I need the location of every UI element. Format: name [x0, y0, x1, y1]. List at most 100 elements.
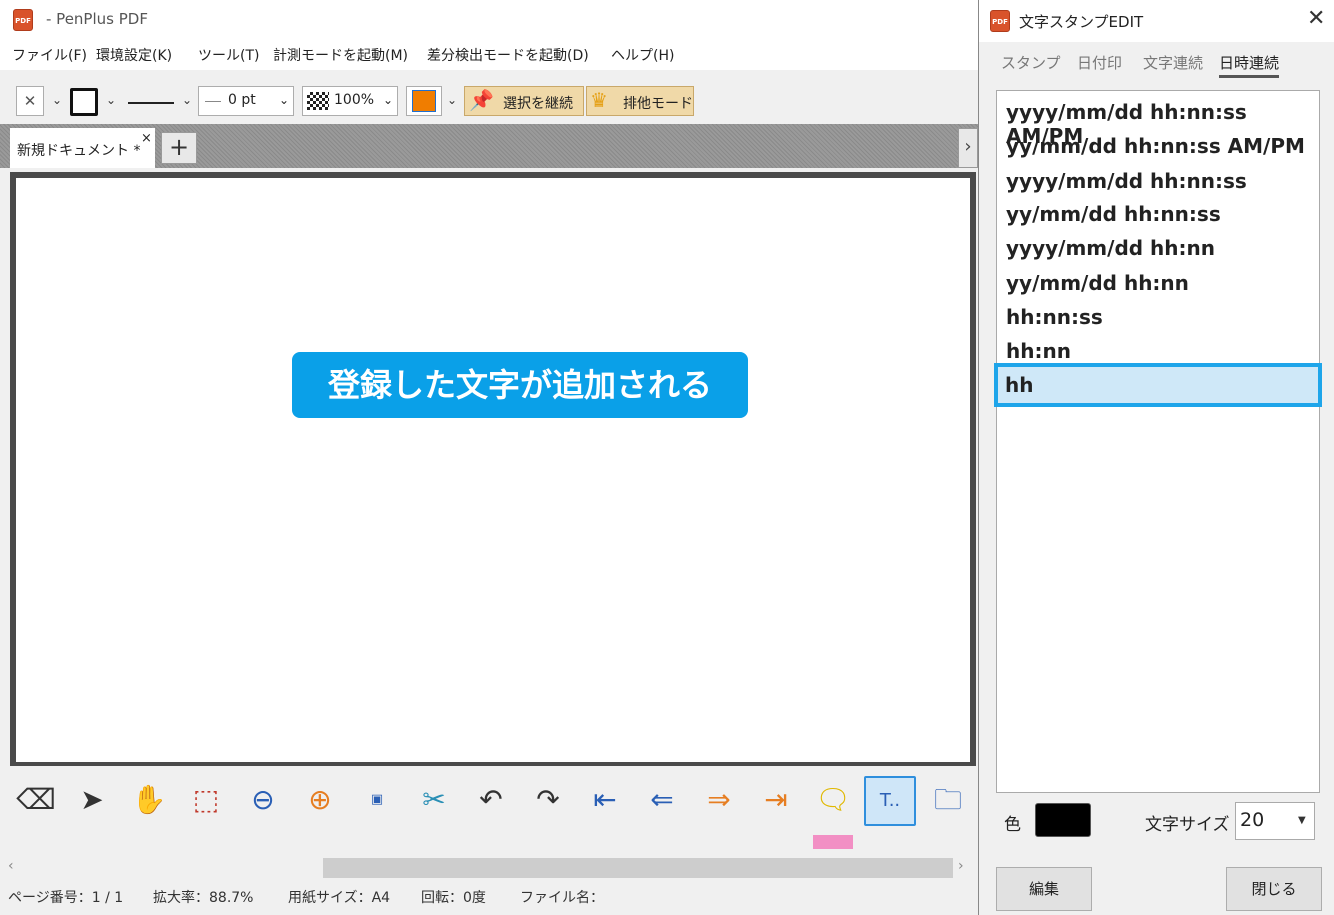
list-item[interactable]: yy/mm/dd hh:nn	[1006, 271, 1189, 295]
close-button[interactable]: 閉じる	[1226, 867, 1322, 911]
line-style-icon[interactable]	[128, 102, 174, 104]
chevron-down-icon[interactable]: ⌄	[106, 93, 116, 107]
eraser-icon[interactable]: ⌫	[16, 780, 56, 820]
new-tab-button[interactable]: +	[161, 132, 197, 164]
status-filename: ファイル名：	[520, 890, 604, 906]
callout-annotation: 登録した文字が追加される	[292, 352, 748, 418]
pdf-page[interactable]	[16, 178, 970, 762]
hand-pan-icon[interactable]: ✋	[129, 780, 169, 820]
status-page-number: ページ番号：1 / 1	[8, 890, 124, 906]
zoom-in-icon[interactable]: ⊕	[300, 780, 340, 820]
next-page-icon[interactable]: ⇒	[699, 780, 739, 820]
list-item[interactable]: hh:nn	[1006, 339, 1071, 363]
title-bar: PDF - PenPlus PDF	[0, 0, 978, 40]
comment-color-swatch	[813, 835, 853, 849]
bottom-toolbar: ⌫ ➤ ✋ ⬚ ⊖ ⊕ ▣ ✂ ↶ ↷ ⇤ ⇐ ⇒ ⇥ 🗨 T.. 🗀	[0, 768, 978, 854]
text-color-button[interactable]	[1035, 803, 1091, 837]
undo-icon[interactable]: ↶	[471, 780, 511, 820]
line-width-icon	[205, 101, 221, 102]
tab-datetime-sequence[interactable]: 日時連続	[1219, 52, 1280, 78]
text-stamp-edit-panel: PDF 文字スタンプEDIT ✕ スタンプ 日付印 文字連続 日時連続 yyyy…	[978, 0, 1334, 915]
panel-title-bar: PDF 文字スタンプEDIT ✕	[979, 0, 1334, 42]
horizontal-scrollbar[interactable]: ‹ ›	[0, 856, 978, 880]
insert-image-icon[interactable]: 🗀	[928, 780, 968, 820]
menu-bar: ファイル(F) 環境設定(K) ツール(T) 計測モードを起動(M) 差分検出モ…	[0, 40, 978, 70]
line-width-select[interactable]: 0 pt ⌄	[198, 86, 294, 116]
menu-tools[interactable]: ツール(T)	[198, 45, 259, 65]
chevron-down-icon: ⌄	[383, 93, 394, 107]
exclusive-mode-label: 排他モード	[623, 96, 693, 112]
chevron-down-icon: ⌄	[279, 93, 290, 107]
fill-color-button[interactable]	[406, 86, 442, 116]
list-item[interactable]: hh:nn:ss	[1006, 305, 1103, 329]
crown-icon: ♛	[590, 88, 608, 112]
chevron-down-icon[interactable]: ⌄	[182, 93, 192, 107]
opacity-select[interactable]: 100% ⌄	[302, 86, 398, 116]
fill-color-swatch	[412, 90, 436, 112]
region-select-icon[interactable]: ⬚	[186, 780, 226, 820]
color-label: 色	[1004, 815, 1021, 835]
scrollbar-thumb[interactable]	[323, 858, 953, 878]
first-page-icon[interactable]: ⇤	[585, 780, 625, 820]
stroke-color-button[interactable]	[70, 88, 98, 116]
font-size-select[interactable]: 20 ▼	[1235, 802, 1315, 840]
tab-scroll-right-button[interactable]: ›	[958, 128, 978, 168]
line-width-value: 0 pt	[228, 92, 256, 108]
actual-size-icon[interactable]: ▣	[357, 780, 397, 820]
comment-note-icon[interactable]: 🗨	[813, 780, 853, 820]
scroll-right-icon[interactable]: ›	[958, 858, 964, 874]
tab-text-sequence[interactable]: 文字連続	[1143, 52, 1203, 73]
document-tab[interactable]: 新規ドキュメント * ×	[10, 128, 155, 168]
insert-text-icon[interactable]: T..	[864, 776, 916, 826]
transparency-icon	[307, 92, 329, 110]
select-arrow-icon[interactable]: ➤	[72, 780, 112, 820]
opacity-value: 100%	[334, 92, 375, 108]
status-rotation: 回転：0度	[421, 890, 486, 906]
delete-page-icon[interactable]: ✂	[414, 780, 454, 820]
page-viewport[interactable]	[10, 172, 976, 766]
document-tab-label: 新規ドキュメント *	[17, 143, 141, 159]
list-item[interactable]: yyyy/mm/dd hh:nn	[1006, 236, 1215, 260]
datetime-format-list[interactable]: yyyy/mm/dd hh:nn:ss AM/PM yy/mm/dd hh:nn…	[994, 90, 1322, 793]
list-item[interactable]: yy/mm/dd hh:nn:ss AM/PM	[1006, 134, 1305, 158]
exclusive-mode-button[interactable]: ♛ 排他モード	[586, 86, 694, 116]
last-page-icon[interactable]: ⇥	[756, 780, 796, 820]
document-tab-bar: 新規ドキュメント * × + ›	[0, 124, 978, 168]
close-tab-icon[interactable]: ×	[141, 131, 152, 146]
previous-page-icon[interactable]: ⇐	[642, 780, 682, 820]
continue-selection-button[interactable]: 📌 選択を継続	[464, 86, 584, 116]
tab-stamp[interactable]: スタンプ	[1001, 52, 1061, 73]
menu-preferences[interactable]: 環境設定(K)	[96, 45, 172, 65]
status-bar: ページ番号：1 / 1 拡大率：88.7% 用紙サイズ：A4 回転：0度 ファイ…	[0, 880, 978, 915]
status-paper-size: 用紙サイズ：A4	[288, 890, 391, 906]
selected-format-label: hh	[1005, 373, 1034, 397]
menu-help[interactable]: ヘルプ(H)	[611, 45, 674, 65]
redo-icon[interactable]: ↷	[528, 780, 568, 820]
font-size-label: 文字サイズ	[1145, 815, 1230, 835]
close-icon[interactable]: ✕	[1307, 6, 1325, 31]
continue-selection-label: 選択を継続	[503, 96, 573, 112]
status-zoom: 拡大率：88.7%	[153, 890, 254, 906]
font-size-value: 20	[1240, 809, 1265, 831]
pin-icon: 📌	[469, 88, 494, 112]
chevron-down-icon: ▼	[1298, 815, 1306, 826]
menu-diff-mode[interactable]: 差分検出モードを起動(D)	[427, 45, 589, 65]
main-window: PDF - PenPlus PDF ファイル(F) 環境設定(K) ツール(T)…	[0, 0, 978, 915]
menu-measure-mode[interactable]: 計測モードを起動(M)	[273, 45, 408, 65]
chevron-down-icon[interactable]: ⌄	[447, 93, 457, 107]
clear-style-button[interactable]: ✕	[16, 86, 44, 116]
menu-file[interactable]: ファイル(F)	[12, 45, 87, 65]
zoom-out-icon[interactable]: ⊖	[243, 780, 283, 820]
tab-date-stamp[interactable]: 日付印	[1077, 52, 1122, 73]
pdf-app-icon: PDF	[13, 9, 33, 31]
scroll-left-icon[interactable]: ‹	[8, 858, 14, 874]
list-item-selected[interactable]: hh	[994, 363, 1322, 407]
edit-button[interactable]: 編集	[996, 867, 1092, 911]
panel-title: 文字スタンプEDIT	[1019, 13, 1144, 31]
pdf-app-icon: PDF	[990, 10, 1010, 32]
toolbar: ✕ ⌄ ⌄ ⌄ 0 pt ⌄ 100% ⌄ ⌄ 📌 選択を継続 ♛ 排他モード	[0, 82, 978, 122]
chevron-down-icon[interactable]: ⌄	[52, 93, 62, 107]
list-item[interactable]: yyyy/mm/dd hh:nn:ss	[1006, 169, 1247, 193]
app-title: - PenPlus PDF	[46, 10, 148, 28]
list-item[interactable]: yy/mm/dd hh:nn:ss	[1006, 202, 1221, 226]
